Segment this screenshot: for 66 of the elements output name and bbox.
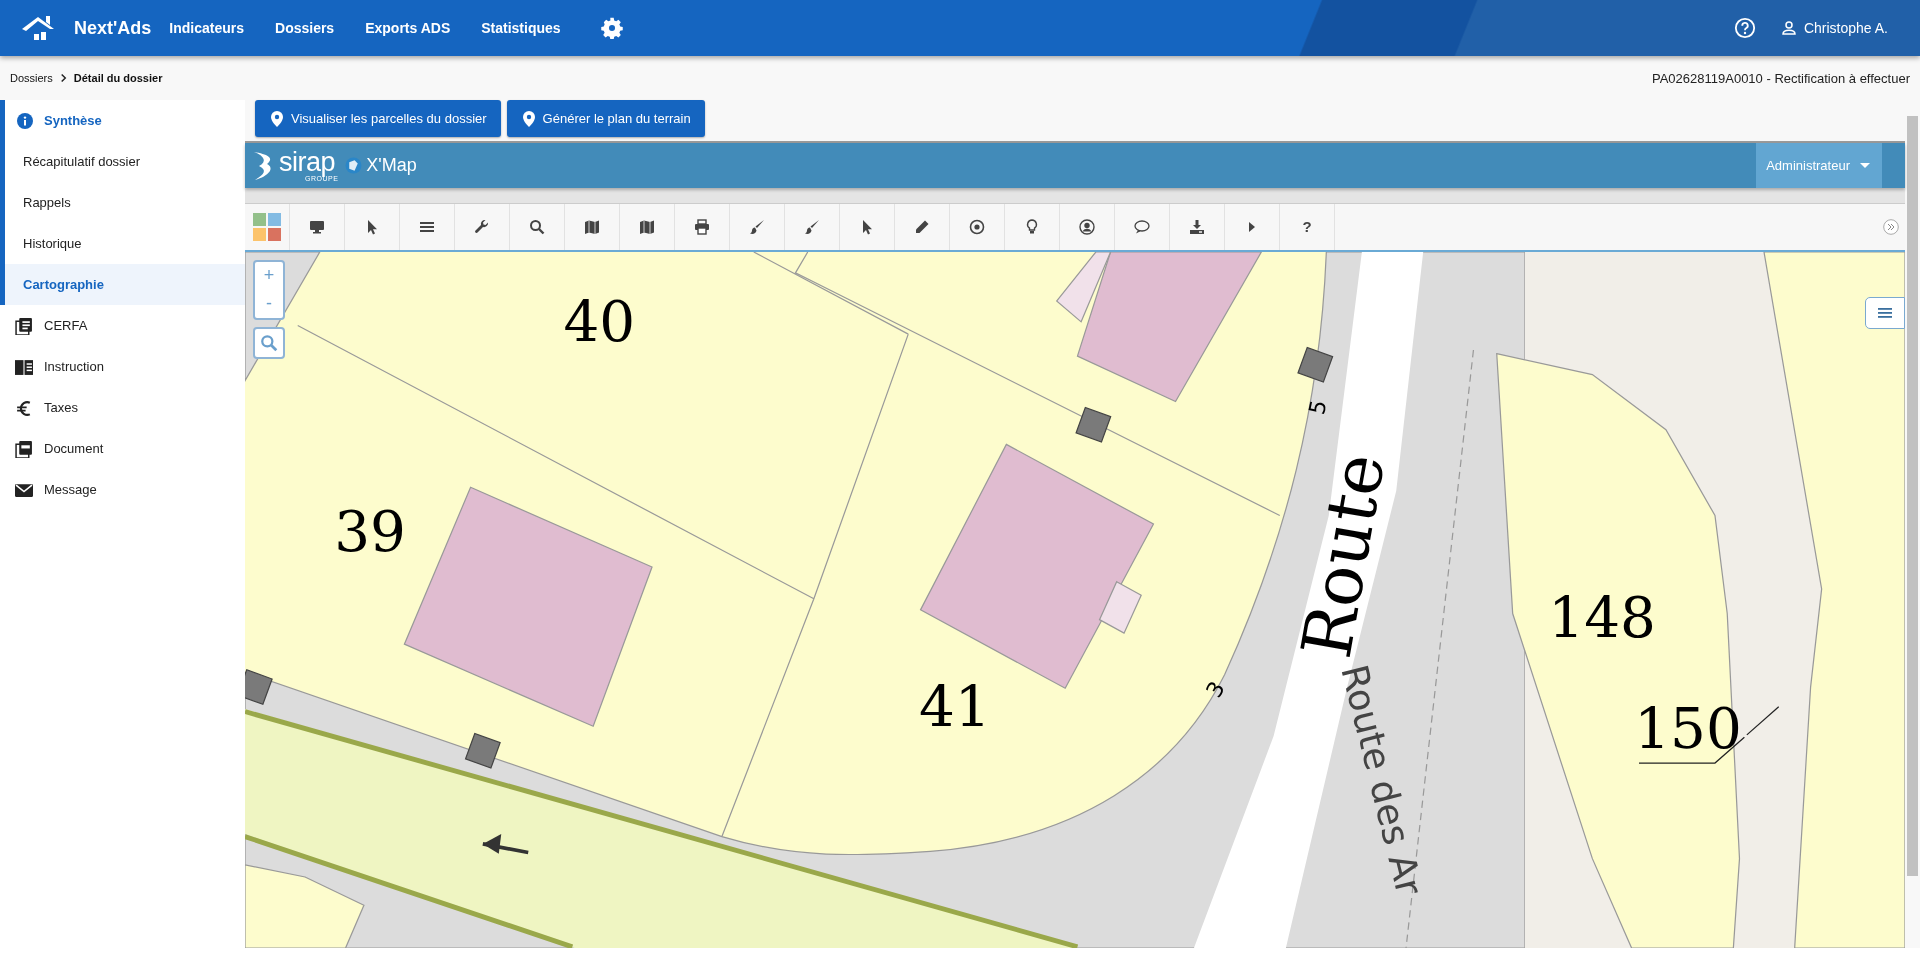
search-icon: [529, 218, 545, 235]
caret-icon: [1860, 162, 1870, 168]
double-chevron-icon: [1883, 218, 1899, 235]
sidebar-item[interactable]: Cartographie: [5, 264, 245, 305]
zoom-search-button[interactable]: [253, 326, 285, 359]
pencil-icon: [914, 218, 930, 235]
sidebar-item[interactable]: Message: [0, 469, 245, 510]
brand-name: sirap: [279, 148, 336, 176]
dossier-title: PA02628119A0010 - Rectification à effectuer: [1652, 70, 1910, 86]
sidebar-item[interactable]: CERFA: [0, 305, 245, 346]
map-icon: [639, 218, 655, 235]
settings-icon[interactable]: [600, 17, 623, 39]
brush-icon: [749, 218, 765, 235]
nav-link[interactable]: Indicateurs: [169, 20, 244, 36]
nav-link[interactable]: Statistiques: [481, 20, 561, 36]
layers-button[interactable]: [1865, 296, 1905, 329]
collapse-button[interactable]: [1883, 218, 1899, 235]
list-document-icon: [15, 316, 33, 335]
person-icon: [1779, 19, 1798, 37]
parcel-number: 41: [918, 674, 991, 740]
pdf-document-icon: [15, 439, 33, 458]
map-pin-icon: [522, 110, 535, 127]
brush-icon: [804, 218, 820, 235]
sidebar-item[interactable]: Taxes: [0, 387, 245, 428]
search-icon: [260, 333, 278, 352]
breadcrumb-link[interactable]: Dossiers: [10, 72, 53, 84]
palette-icon: [253, 212, 281, 241]
info-icon: [17, 112, 33, 129]
sidebar-item[interactable]: Récapitulatif dossier: [5, 141, 245, 182]
user-name: Christophe A.: [1803, 20, 1888, 36]
parcel-number: 150: [1634, 696, 1745, 764]
arrow-mark: [482, 834, 529, 855]
sidebar-item[interactable]: Synthèse: [5, 100, 245, 141]
parcel-number: 40: [563, 289, 636, 355]
parcel-number: 39: [334, 498, 406, 564]
download-icon: [1189, 218, 1205, 235]
map-pin-icon: [271, 110, 283, 127]
nav-link[interactable]: Exports ADS: [365, 20, 451, 36]
user-menu[interactable]: Christophe A.: [1779, 19, 1888, 37]
sidebar-item[interactable]: Historique: [5, 223, 245, 264]
house-number: 5: [1304, 397, 1332, 417]
speech-bubble-icon: [1134, 218, 1150, 235]
leader-line: [1746, 705, 1780, 736]
sidebar-item[interactable]: Document: [0, 428, 245, 469]
breadcrumb-current: Détail du dossier: [73, 72, 163, 84]
globe-logo-icon: [345, 156, 363, 174]
sidebar-item[interactable]: Rappels: [5, 182, 245, 223]
bulb-icon: [1024, 218, 1040, 235]
house-number: 3: [1201, 677, 1230, 702]
euro-icon: [15, 398, 33, 417]
product-name: X'Map: [366, 154, 417, 176]
app-name: Next'Ads: [74, 17, 152, 39]
sidebar-item[interactable]: Instruction: [0, 346, 245, 387]
open-book-icon: [15, 357, 33, 376]
parcel-number: 148: [1548, 584, 1656, 650]
target-icon: [969, 218, 985, 235]
action-button[interactable]: Visualiser les parcelles du dossier: [255, 100, 501, 137]
printer-icon: [694, 218, 710, 235]
wrench-icon: [474, 218, 490, 235]
map-icon: [584, 218, 600, 235]
user-circle-icon: [1079, 218, 1095, 235]
monitor-icon: [309, 218, 325, 235]
action-button[interactable]: Générer le plan du terrain: [506, 100, 705, 137]
help-icon[interactable]: [1733, 17, 1756, 39]
nav-link[interactable]: Dossiers: [275, 20, 335, 36]
help-button[interactable]: ?: [1280, 203, 1335, 250]
